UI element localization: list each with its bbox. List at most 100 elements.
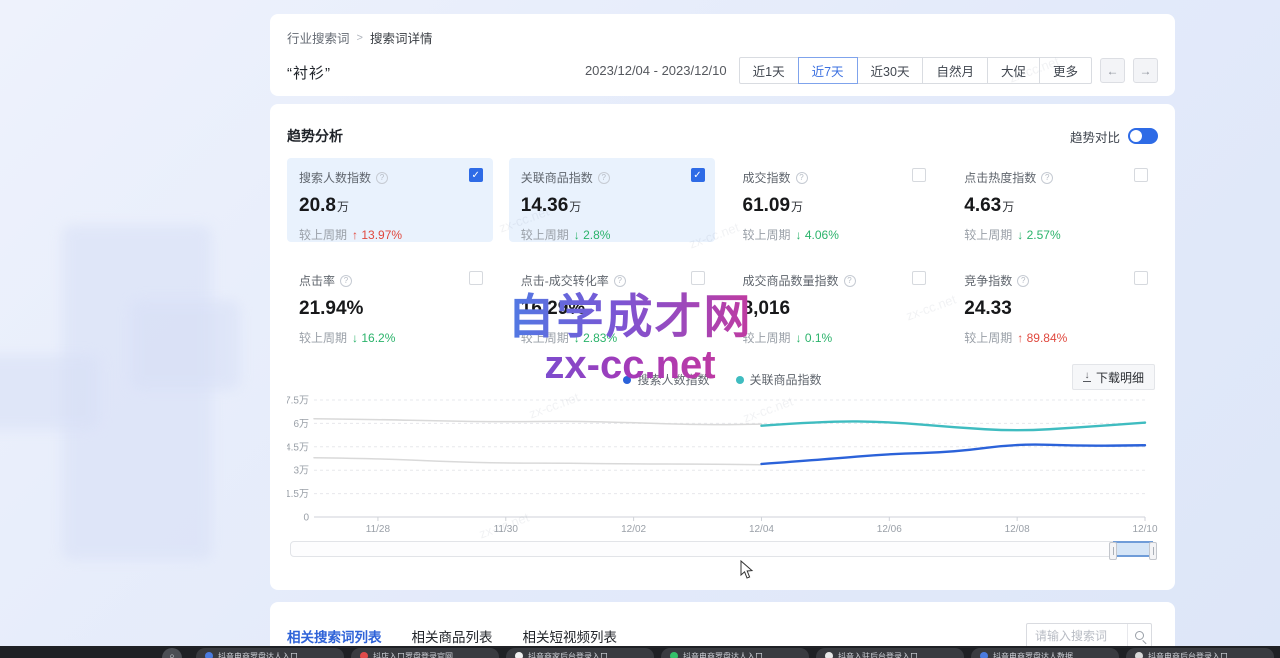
browser-tab[interactable]: 抖音电商后台登录入口 xyxy=(1126,648,1274,658)
chart-zoom-slider[interactable] xyxy=(290,541,1155,557)
help-icon[interactable]: ? xyxy=(614,275,626,287)
download-detail-button[interactable]: ↓ 下载明细 xyxy=(1072,364,1155,390)
range-button-近30天[interactable]: 近30天 xyxy=(857,57,924,84)
date-range-button-group: 近1天近7天近30天自然月大促更多 xyxy=(739,57,1092,84)
metric-compare: 较上周期↑ 89.84% xyxy=(964,329,1146,346)
favicon xyxy=(515,652,523,658)
metric-change-down: ↓ 0.1% xyxy=(796,331,833,345)
range-button-更多[interactable]: 更多 xyxy=(1039,57,1092,84)
breadcrumb: 行业搜索词 > 搜索词详情 xyxy=(287,28,432,47)
series-关联商品指数 xyxy=(761,421,1145,430)
browser-tab[interactable]: 抖音商家后台登录入口 xyxy=(506,648,654,658)
favicon xyxy=(980,652,988,658)
breadcrumb-parent[interactable]: 行业搜索词 xyxy=(287,28,350,47)
tab-title: 抖店入口罗盘登录官网 xyxy=(373,651,453,658)
metric-label: 竞争指数? xyxy=(964,272,1146,289)
metric-unit: 万 xyxy=(569,200,581,214)
metric-unit: 万 xyxy=(1002,200,1014,214)
browser-tab[interactable]: 抖音电商罗盘达人数据 xyxy=(971,648,1119,658)
range-button-大促[interactable]: 大促 xyxy=(987,57,1040,84)
metric-label: 点击-成交转化率? xyxy=(521,272,703,289)
trend-line-chart[interactable]: 01.5万3万4.5万6万7.5万11/2811/3012/0212/0412/… xyxy=(287,393,1158,539)
metric-checkbox[interactable] xyxy=(912,168,926,182)
help-icon[interactable]: ? xyxy=(796,172,808,184)
metric-compare: 较上周期↓ 2.57% xyxy=(964,226,1146,243)
help-icon[interactable]: ? xyxy=(598,172,610,184)
browser-tab[interactable]: 抖音入驻后台登录入口 xyxy=(816,648,964,658)
metric-compare: 较上周期↓ 2.83% xyxy=(521,329,703,346)
svg-text:7.5万: 7.5万 xyxy=(287,396,309,407)
metric-card: 点击-成交转化率?16.29%较上周期↓ 2.83% xyxy=(509,261,715,345)
range-button-近7天[interactable]: 近7天 xyxy=(798,57,858,84)
download-icon: ↓ xyxy=(1083,372,1091,383)
tab-title: 抖音入驻后台登录入口 xyxy=(838,651,918,658)
tab-title: 抖音电商罗盘达人数据 xyxy=(993,651,1073,658)
metric-label-text: 点击率 xyxy=(299,272,335,289)
metric-card: 关联商品指数?✓14.36万较上周期↓ 2.8% xyxy=(509,158,715,242)
date-controls: 2023/12/04 - 2023/12/10 近1天近7天近30天自然月大促更… xyxy=(585,57,1158,84)
zoom-slider-window[interactable] xyxy=(1113,541,1153,557)
svg-text:12/04: 12/04 xyxy=(749,524,774,535)
metric-compare: 较上周期↓ 4.06% xyxy=(743,226,925,243)
browser-tab[interactable]: 抖店入口罗盘登录官网 xyxy=(351,648,499,658)
legend-dot-icon xyxy=(736,376,744,384)
metric-label-text: 成交商品数量指数 xyxy=(743,272,839,289)
background-shape xyxy=(130,300,240,390)
legend-item-搜索人数指数[interactable]: 搜索人数指数 xyxy=(623,371,709,388)
help-icon[interactable]: ? xyxy=(1041,172,1053,184)
metric-checkbox[interactable] xyxy=(1134,271,1148,285)
zoom-slider-left-handle[interactable] xyxy=(1109,542,1117,560)
metric-label-text: 点击热度指数 xyxy=(964,169,1036,186)
next-period-button[interactable]: → xyxy=(1133,58,1158,83)
metric-value: 20.8万 xyxy=(299,195,481,217)
metric-value: 24.33 xyxy=(964,298,1146,320)
metric-label-text: 搜索人数指数 xyxy=(299,169,371,186)
tab-search-icon[interactable]: ⌕ xyxy=(162,648,182,658)
legend-item-关联商品指数[interactable]: 关联商品指数 xyxy=(736,371,822,388)
metric-change-down: ↓ 16.2% xyxy=(352,331,395,345)
svg-text:1.5万: 1.5万 xyxy=(287,489,309,500)
metric-unit: 万 xyxy=(791,200,803,214)
trend-compare-toggle[interactable] xyxy=(1128,128,1158,144)
metric-checkbox[interactable] xyxy=(691,271,705,285)
metric-label-text: 点击-成交转化率 xyxy=(521,272,609,289)
zoom-slider-right-handle[interactable] xyxy=(1149,542,1157,560)
metric-checkbox[interactable]: ✓ xyxy=(691,168,705,182)
search-button[interactable] xyxy=(1127,624,1151,647)
metric-checkbox[interactable] xyxy=(912,271,926,285)
metric-label-text: 竞争指数 xyxy=(964,272,1012,289)
metric-unit: 万 xyxy=(337,200,349,214)
svg-text:11/30: 11/30 xyxy=(494,524,519,535)
related-search-input[interactable] xyxy=(1027,629,1127,643)
help-icon[interactable]: ? xyxy=(1017,275,1029,287)
svg-text:11/28: 11/28 xyxy=(366,524,391,535)
svg-text:12/02: 12/02 xyxy=(621,524,646,535)
prev-period-button[interactable]: ← xyxy=(1100,58,1125,83)
help-icon[interactable]: ? xyxy=(340,275,352,287)
favicon xyxy=(1135,652,1143,658)
favicon xyxy=(670,652,678,658)
browser-tab[interactable]: 抖音电商罗盘达人入口 xyxy=(196,648,344,658)
metric-label-text: 关联商品指数 xyxy=(521,169,593,186)
metric-checkbox[interactable] xyxy=(469,271,483,285)
svg-text:12/10: 12/10 xyxy=(1132,524,1157,535)
help-icon[interactable]: ? xyxy=(376,172,388,184)
breadcrumb-separator-icon: > xyxy=(357,32,363,44)
range-button-自然月[interactable]: 自然月 xyxy=(922,57,988,84)
section-title: 趋势分析 xyxy=(287,126,343,146)
metric-value: 4.63万 xyxy=(964,195,1146,217)
metric-checkbox[interactable]: ✓ xyxy=(469,168,483,182)
metric-card: 竞争指数? 24.33 较上周期↑ 89.84% xyxy=(952,261,1158,345)
metric-card: 成交指数?61.09万较上周期↓ 4.06% xyxy=(731,158,937,242)
metric-change-down: ↓ 2.83% xyxy=(574,331,617,345)
date-range-text: 2023/12/04 - 2023/12/10 xyxy=(585,63,727,78)
metric-compare: 较上周期↓ 0.1% xyxy=(743,329,925,346)
range-button-近1天[interactable]: 近1天 xyxy=(739,57,799,84)
favicon xyxy=(360,652,368,658)
browser-tab[interactable]: 抖音电商罗盘达人入口 xyxy=(661,648,809,658)
metric-value: 21.94% xyxy=(299,298,481,320)
help-icon[interactable]: ? xyxy=(844,275,856,287)
metric-checkbox[interactable] xyxy=(1134,168,1148,182)
metric-compare: 较上周期↑ 13.97% xyxy=(299,226,481,243)
metric-label-text: 成交指数 xyxy=(743,169,791,186)
